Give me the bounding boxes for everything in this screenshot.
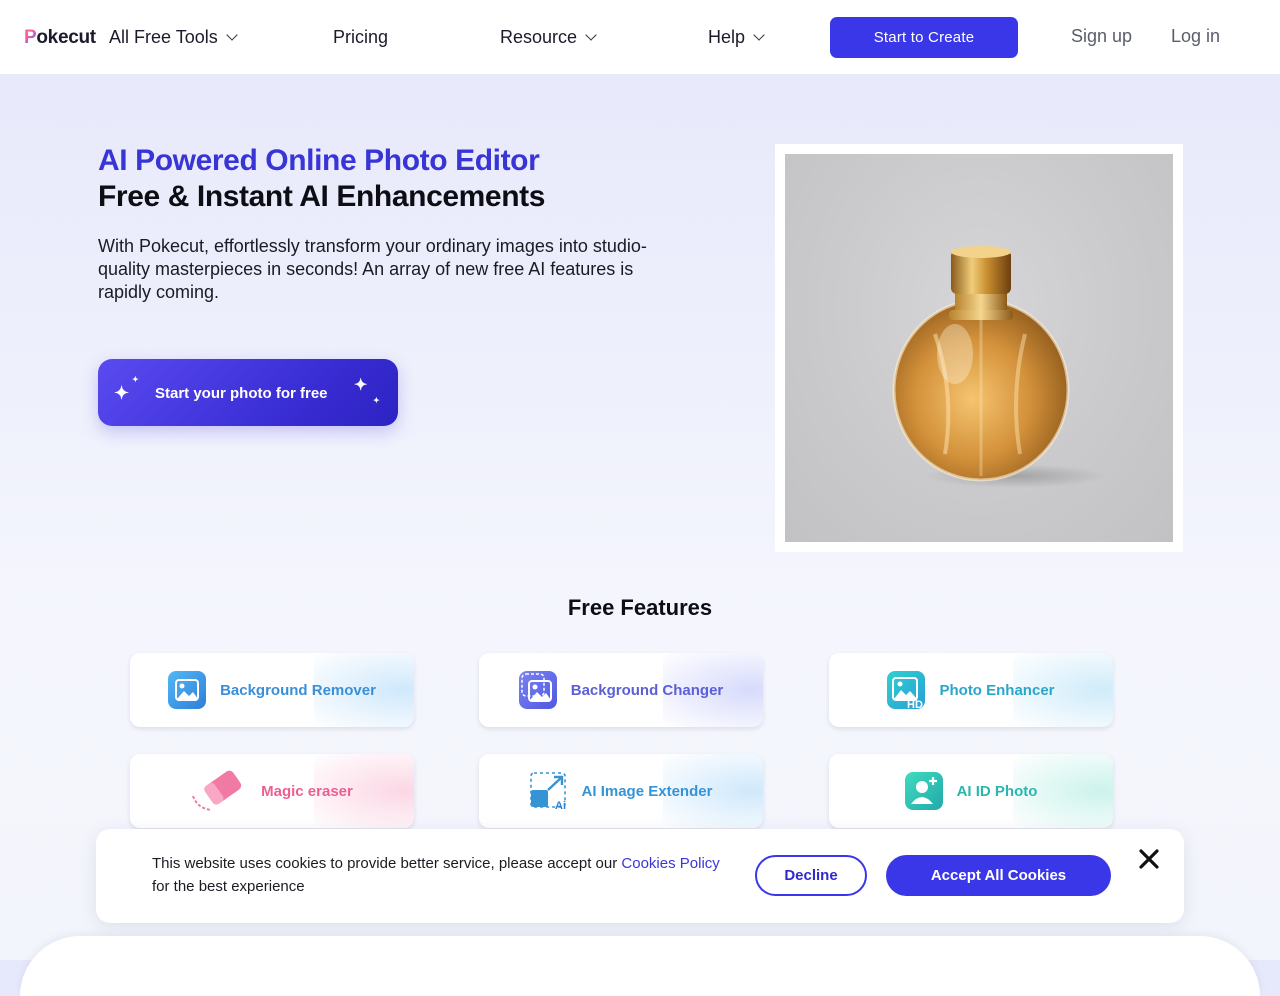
bottom-panel	[20, 936, 1260, 996]
nav-help-label: Help	[708, 26, 746, 47]
chevron-down-icon	[226, 29, 238, 41]
start-photo-free-label: Start your photo for free	[155, 385, 328, 402]
top-navbar: Pokecut All Free Tools Pricing Resource …	[0, 0, 1280, 75]
chevron-down-icon	[753, 29, 765, 41]
nav-help[interactable]: Help	[708, 24, 765, 50]
nav-all-free-tools-label: All Free Tools	[109, 26, 218, 47]
feature-card-background-remover[interactable]: Background Remover	[130, 653, 414, 727]
cookies-policy-link[interactable]: Cookies Policy	[621, 855, 719, 872]
background-remover-icon	[168, 671, 207, 709]
cookie-banner: This website uses cookies to provide bet…	[96, 829, 1184, 923]
background-changer-icon	[518, 671, 557, 709]
hero-title-secondary: Free & Instant AI Enhancements	[98, 180, 545, 213]
hero-title-primary: AI Powered Online Photo Editor	[98, 144, 540, 177]
decline-cookies-button[interactable]: Decline	[755, 855, 867, 896]
sparkle-icon: ✦	[114, 383, 130, 403]
start-photo-free-button[interactable]: ✦ ✦ Start your photo for free ✦ ✦	[98, 359, 398, 426]
nav-resource[interactable]: Resource	[500, 24, 597, 50]
hero-image-frame	[775, 144, 1183, 552]
cookie-message: This website uses cookies to provide bet…	[152, 852, 732, 898]
feature-label: Photo Enhancer	[939, 681, 1055, 699]
start-to-create-button[interactable]: Start to Create	[830, 17, 1018, 58]
feature-label: Background Remover	[220, 681, 376, 699]
accept-all-cookies-button[interactable]: Accept All Cookies	[886, 855, 1111, 896]
pokecut-logo[interactable]: Pokecut	[24, 27, 96, 49]
feature-label: AI Image Extender	[581, 782, 713, 800]
close-icon[interactable]	[1136, 846, 1162, 872]
feature-card-magic-eraser[interactable]: Magic eraser	[130, 754, 414, 828]
feature-label: AI ID Photo	[956, 782, 1038, 800]
sparkle-icon: ✦	[373, 396, 380, 405]
feature-label: Magic eraser	[261, 782, 353, 800]
cookie-text-before: This website uses cookies to provide bet…	[152, 855, 622, 872]
chevron-down-icon	[585, 29, 597, 41]
feature-card-image-extender[interactable]: Ai AI Image Extender	[479, 754, 763, 828]
photo-enhancer-icon: HD	[887, 671, 926, 711]
magic-eraser-icon	[191, 770, 247, 811]
sparkle-icon: ✦	[132, 375, 139, 384]
sparkle-icon: ✦	[354, 377, 368, 394]
nav-pricing-label: Pricing	[333, 26, 389, 47]
feature-card-photo-enhancer[interactable]: HD Photo Enhancer	[829, 653, 1113, 727]
feature-card-background-changer[interactable]: Background Changer	[479, 653, 763, 727]
logo-wordmark: okecut	[36, 27, 96, 48]
nav-resource-label: Resource	[500, 26, 578, 47]
hero-description: With Pokecut, effortlessly transform you…	[98, 236, 647, 302]
perfume-bottle-image	[785, 154, 1173, 542]
svg-text:HD: HD	[907, 699, 923, 709]
cookie-text-after: for the best experience	[152, 878, 305, 895]
free-features-heading: Free Features	[567, 595, 713, 620]
nav-pricing[interactable]: Pricing	[333, 24, 388, 50]
sign-up-link[interactable]: Sign up	[1071, 26, 1132, 47]
nav-all-free-tools[interactable]: All Free Tools	[109, 24, 238, 50]
log-in-link[interactable]: Log in	[1171, 26, 1220, 47]
logo-mark: P	[24, 27, 37, 48]
id-photo-icon	[904, 772, 943, 810]
svg-text:Ai: Ai	[555, 800, 566, 810]
feature-card-id-photo[interactable]: AI ID Photo	[829, 754, 1113, 828]
image-extender-icon: Ai	[529, 772, 568, 812]
feature-label: Background Changer	[570, 681, 724, 699]
